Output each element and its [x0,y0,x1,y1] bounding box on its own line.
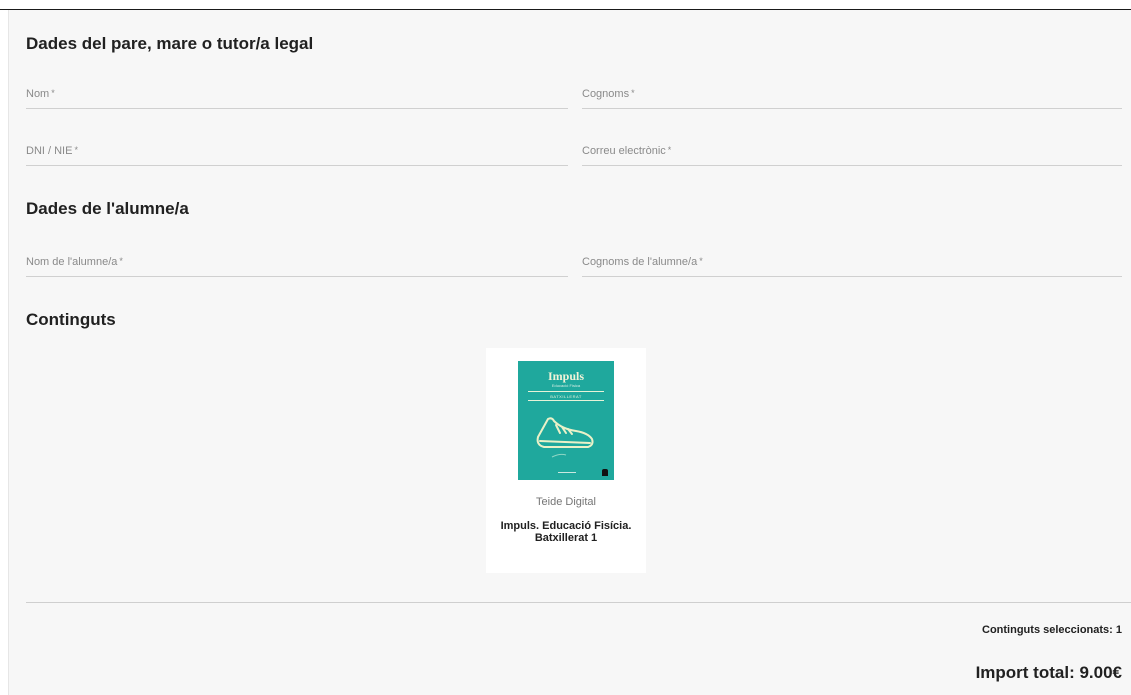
parent-surname-input[interactable] [582,84,1122,106]
cover-rule [528,400,604,401]
cover-rule [528,391,604,392]
parent-section-heading: Dades del pare, mare o tutor/a legal [26,34,314,53]
product-card[interactable]: Impuls Educació Física BATXILLERAT Teide… [486,348,646,573]
product-publisher: Teide Digital [536,496,596,508]
cover-level: BATXILLERAT [550,394,582,399]
dni-input[interactable] [26,141,568,163]
parent-name-field[interactable]: Nom * [26,84,568,109]
total-amount: Import total: 9.00€ [975,663,1122,682]
student-surname-input[interactable] [582,252,1122,274]
summary-divider [26,602,1131,603]
cover-decoration [558,472,576,473]
publisher-logo-icon [602,469,608,476]
selected-count: Continguts seleccionats: 1 [982,624,1122,636]
parent-surname-field[interactable]: Cognoms * [582,84,1122,109]
cover-title: Impuls [547,369,585,383]
parent-name-input[interactable] [26,84,568,106]
book-cover: Impuls Educació Física BATXILLERAT [518,361,614,480]
contents-section-heading: Continguts [26,310,116,329]
student-surname-field[interactable]: Cognoms de l'alumne/a * [582,252,1122,277]
sneaker-icon [536,417,594,458]
email-input[interactable] [582,141,1122,163]
student-section-heading: Dades de l'alumne/a [26,199,189,218]
email-field[interactable]: Correu electrònic * [582,141,1122,166]
student-name-input[interactable] [26,252,568,274]
student-name-field[interactable]: Nom de l'alumne/a * [26,252,568,277]
product-title: Impuls. Educació Fisícia. Batxillerat 1 [500,520,632,544]
cover-subtitle: Educació Física [551,383,581,388]
dni-field[interactable]: DNI / NIE * [26,141,568,166]
